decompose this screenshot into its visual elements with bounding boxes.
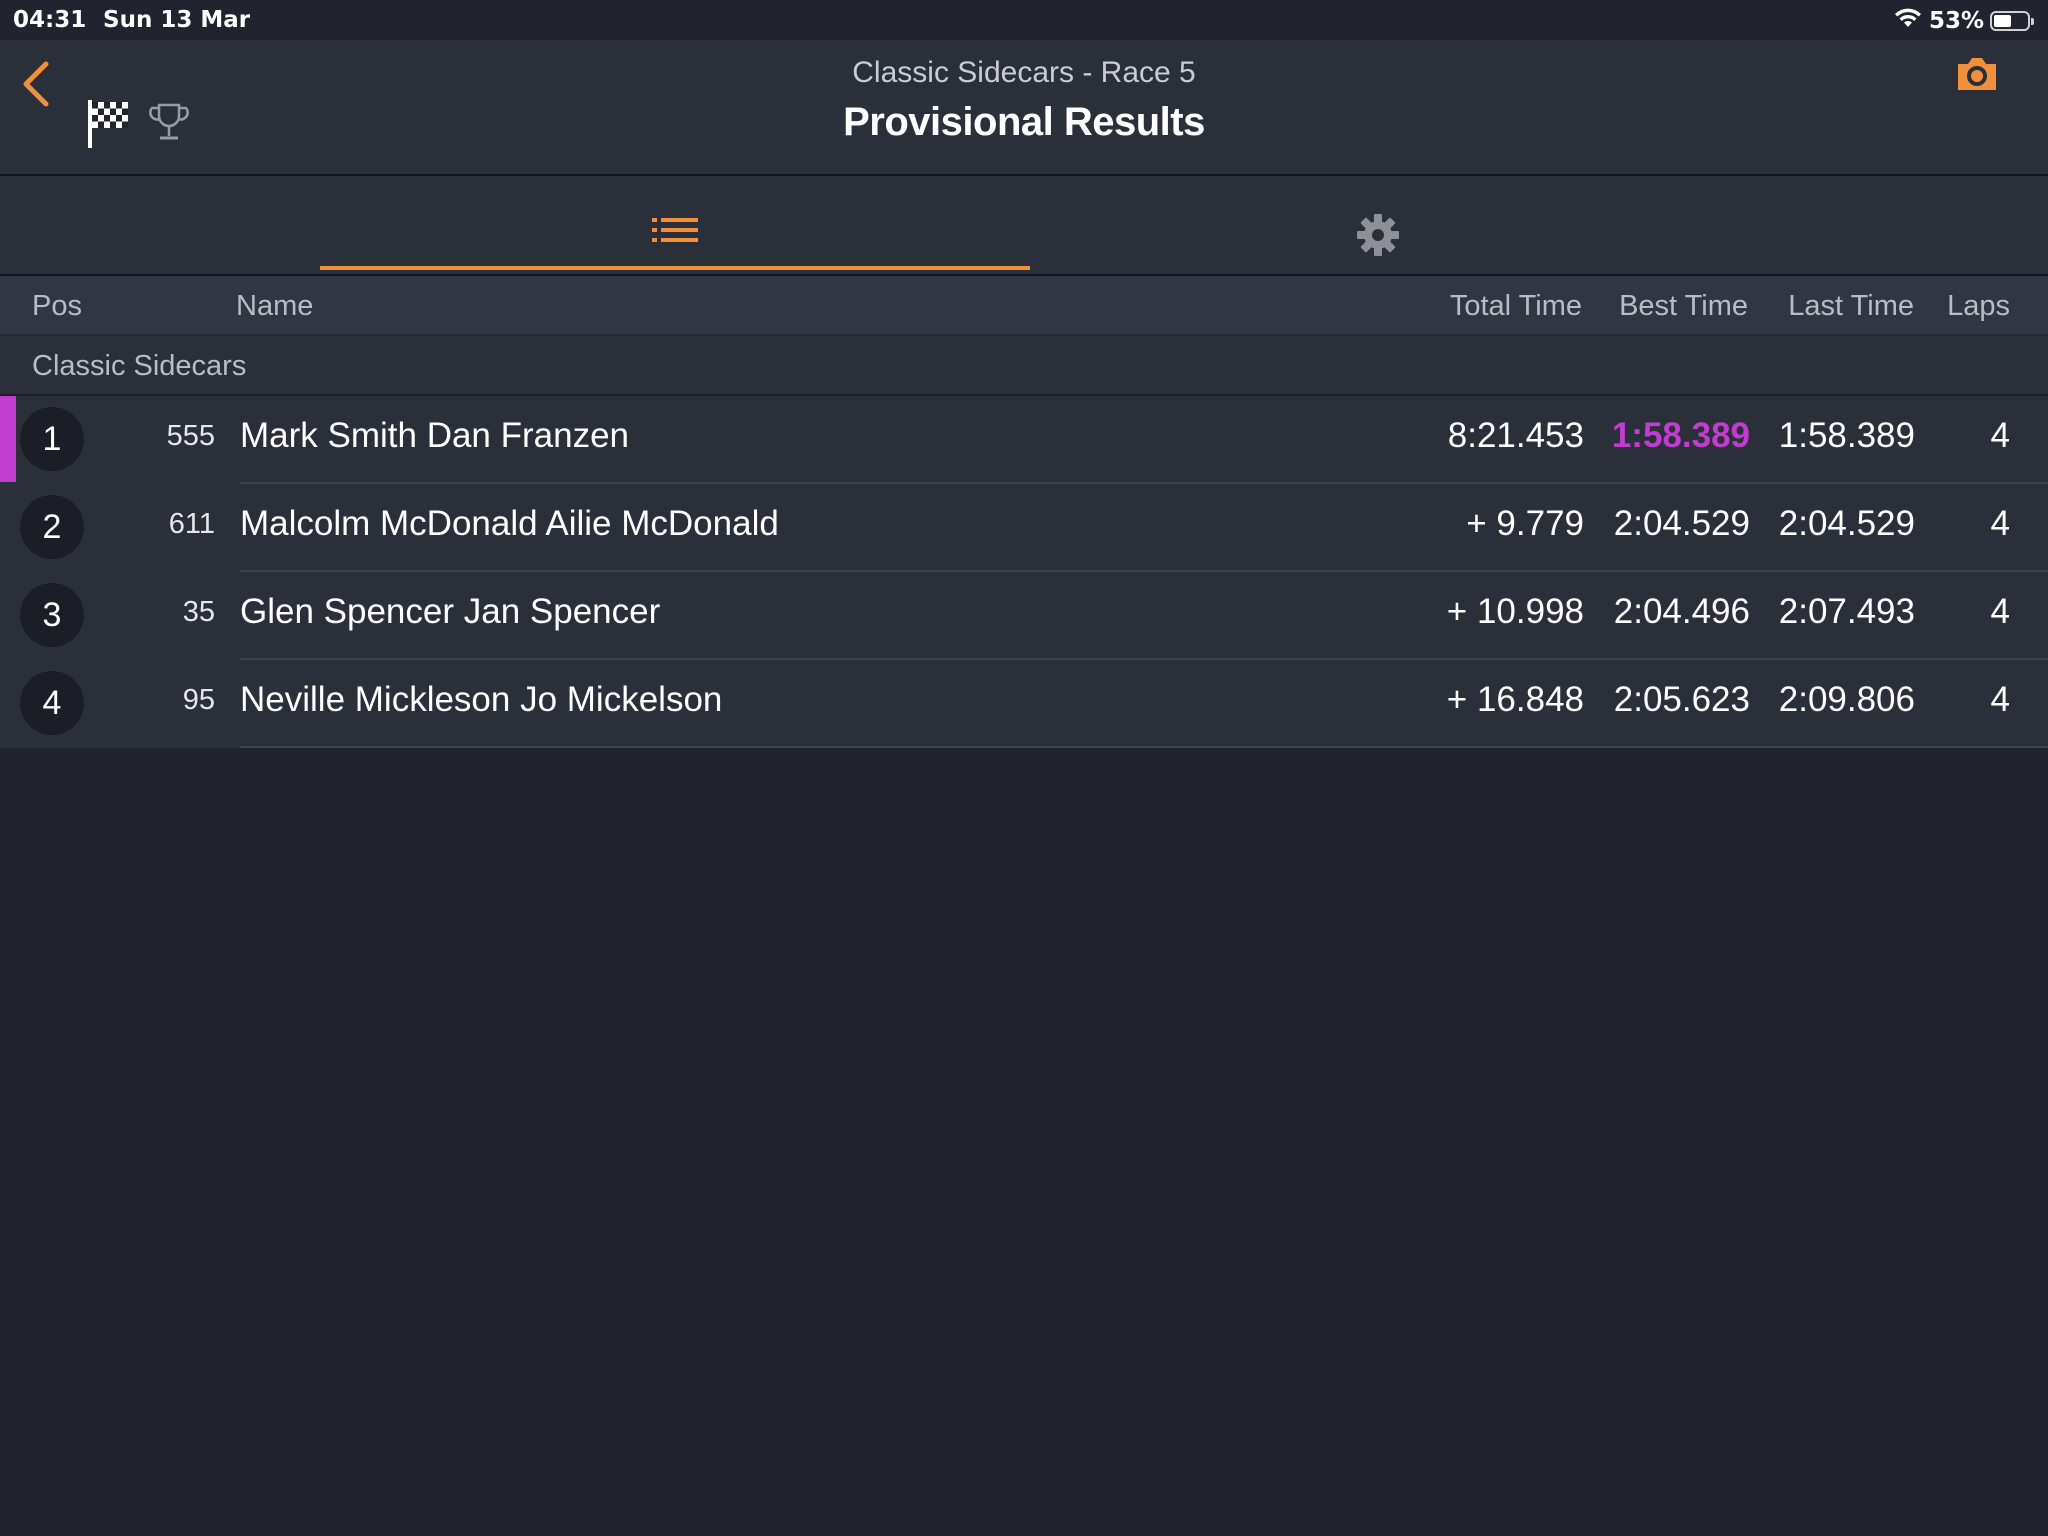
- race-number: 555: [166, 420, 215, 452]
- table-row[interactable]: 1 555 Mark Smith Dan Franzen 8:21.453 1:…: [0, 396, 2048, 484]
- class-section-header: Classic Sidecars: [0, 336, 2048, 396]
- best-time: 2:04.496: [1613, 592, 1750, 631]
- battery-icon: [1990, 11, 2034, 31]
- last-time: 2:07.493: [1778, 592, 1915, 631]
- nav-header: Classic Sidecars - Race 5 Provisional Re…: [0, 40, 2048, 176]
- status-bar: 04:31 Sun 13 Mar 53%: [0, 0, 2048, 40]
- total-time: 8:21.453: [1447, 416, 1584, 455]
- battery-percent: 53%: [1928, 8, 1984, 34]
- rider-names: Mark Smith Dan Franzen: [240, 416, 630, 455]
- best-time: 1:58.389: [1611, 416, 1750, 455]
- camera-button[interactable]: [1954, 54, 2000, 99]
- col-laps: Laps: [1947, 290, 2010, 322]
- tab-results-list[interactable]: [320, 176, 1030, 272]
- col-last-time: Last Time: [1788, 290, 1914, 322]
- race-number: 611: [168, 508, 215, 540]
- tab-settings[interactable]: [1030, 176, 1725, 272]
- total-time: + 16.848: [1446, 680, 1584, 719]
- leader-marker: [0, 396, 16, 482]
- list-icon: [652, 218, 698, 242]
- rider-names: Glen Spencer Jan Spencer: [240, 592, 661, 631]
- row-divider-gap: [0, 746, 240, 748]
- col-pos: Pos: [32, 290, 82, 322]
- gear-icon: [1356, 214, 1399, 256]
- laps: 4: [1990, 680, 2010, 719]
- col-best-time: Best Time: [1619, 290, 1748, 322]
- last-time: 2:04.529: [1778, 504, 1915, 543]
- page-title: Provisional Results: [843, 100, 1205, 144]
- race-number: 35: [182, 596, 215, 628]
- results-list: 1 555 Mark Smith Dan Franzen 8:21.453 1:…: [0, 396, 2048, 748]
- best-time: 2:04.529: [1613, 504, 1750, 543]
- table-row[interactable]: 2 611 Malcolm McDonald Ailie McDonald + …: [0, 484, 2048, 572]
- wifi-icon: [1893, 7, 1923, 35]
- table-row[interactable]: 3 35 Glen Spencer Jan Spencer + 10.998 2…: [0, 572, 2048, 660]
- position-badge: 2: [20, 495, 84, 559]
- laps: 4: [1990, 416, 2010, 455]
- rider-names: Malcolm McDonald Ailie McDonald: [240, 504, 779, 543]
- col-total-time: Total Time: [1449, 290, 1582, 322]
- position-badge: 1: [20, 407, 84, 471]
- status-time: 04:31: [13, 7, 87, 33]
- best-time: 2:05.623: [1613, 680, 1750, 719]
- results-table-header: Pos Name Total Time Best Time Last Time …: [0, 276, 2048, 336]
- race-number: 95: [182, 684, 215, 716]
- position-badge: 3: [20, 583, 84, 647]
- col-name: Name: [236, 290, 314, 322]
- last-time: 2:09.806: [1778, 680, 1915, 719]
- laps: 4: [1990, 592, 2010, 631]
- tab-bar: [0, 176, 2048, 276]
- race-subtitle: Classic Sidecars - Race 5: [852, 56, 1196, 89]
- class-section-label: Classic Sidecars: [32, 350, 247, 382]
- status-date: Sun 13 Mar: [103, 7, 251, 33]
- table-row[interactable]: 4 95 Neville Mickleson Jo Mickelson + 16…: [0, 660, 2048, 748]
- last-time: 1:58.389: [1778, 416, 1915, 455]
- active-tab-indicator: [320, 266, 1030, 270]
- rider-names: Neville Mickleson Jo Mickelson: [240, 680, 723, 719]
- laps: 4: [1990, 504, 2010, 543]
- total-time: + 10.998: [1446, 592, 1584, 631]
- status-right: 53%: [1893, 7, 2034, 35]
- position-badge: 4: [20, 671, 84, 735]
- total-time: + 9.779: [1466, 504, 1584, 543]
- camera-icon: [1958, 58, 1996, 90]
